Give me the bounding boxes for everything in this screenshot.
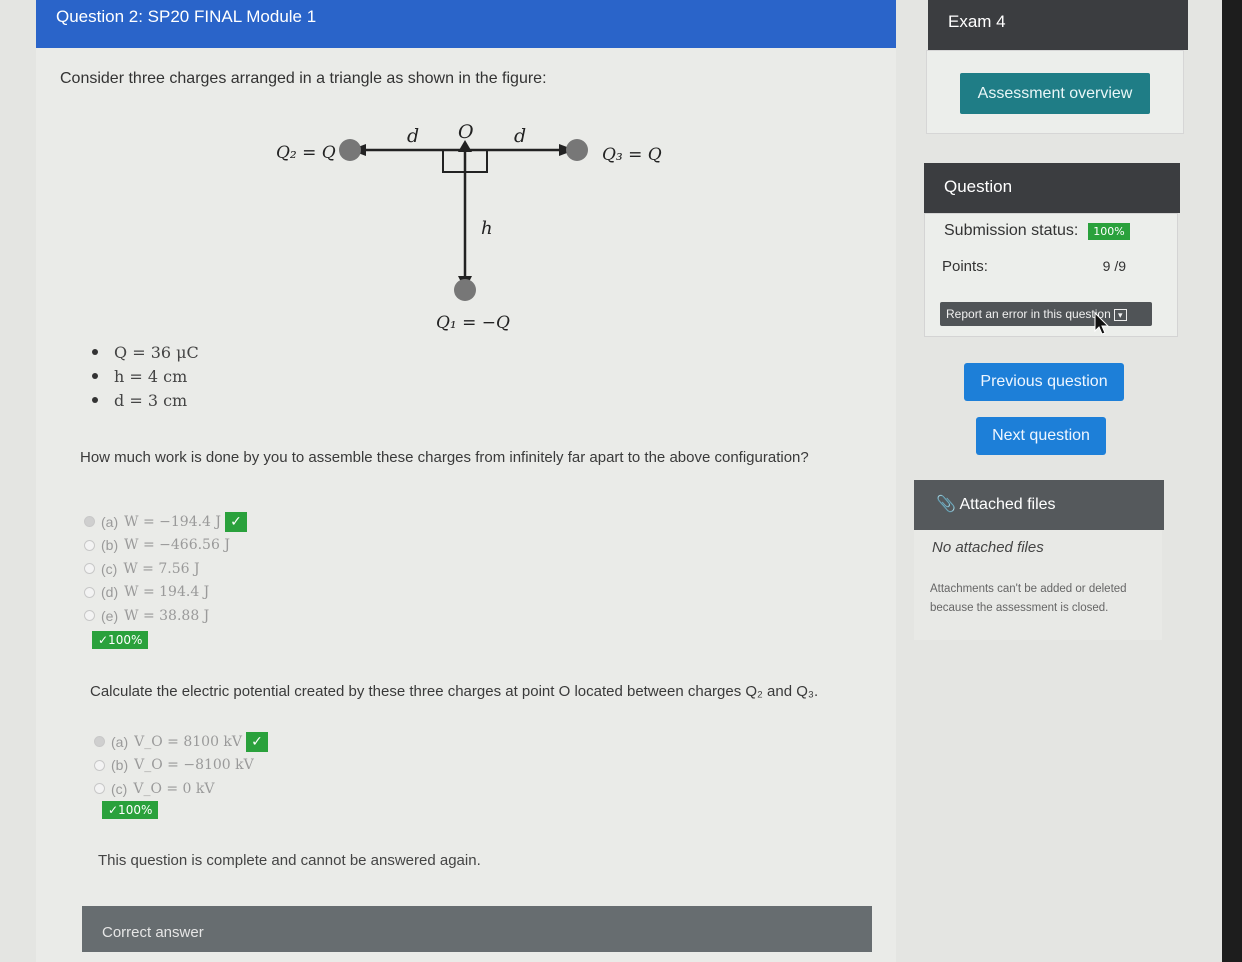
bullet-icon bbox=[92, 349, 98, 355]
files-heading: Attached files bbox=[959, 496, 1056, 513]
report-error-button[interactable]: Report an error in this question ▾ bbox=[940, 302, 1152, 326]
part1-score-badge: ✓100% bbox=[92, 631, 149, 649]
charge-q2 bbox=[339, 139, 361, 161]
radio-button[interactable] bbox=[94, 783, 105, 795]
radio-button[interactable] bbox=[84, 586, 95, 598]
paperclip-icon: 📎 bbox=[936, 496, 956, 513]
label-q3: Q₃ = Q bbox=[602, 145, 662, 165]
report-error-label: Report an error in this question bbox=[946, 307, 1111, 321]
dropdown-icon: ▾ bbox=[1113, 308, 1127, 321]
complete-message: This question is complete and cannot be … bbox=[98, 852, 481, 869]
part1-option-b[interactable]: (b) W = −466.56 J bbox=[84, 534, 247, 558]
correct-answer-label: Correct answer bbox=[102, 924, 204, 941]
part1-options: (a) W = −194.4 J ✓ (b) W = −466.56 J (c) W =… bbox=[84, 510, 248, 628]
screen-bezel bbox=[1222, 0, 1242, 962]
part1-option-a[interactable]: (a) W = −194.4 J ✓ bbox=[84, 510, 248, 534]
points-label: Points: bbox=[942, 258, 988, 275]
attachments-note: Attachments can't be added or deleted be… bbox=[930, 583, 1127, 614]
exam-title-header: Exam 4 bbox=[928, 0, 1188, 50]
part2-option-a[interactable]: (a) V_O = 8100 kV ✓ bbox=[94, 730, 269, 754]
charge-q1 bbox=[454, 279, 476, 301]
given-item: d = 3 cm bbox=[92, 388, 199, 412]
bullet-icon bbox=[92, 373, 98, 379]
label-h: h bbox=[481, 218, 493, 239]
given-item: h = 4 cm bbox=[92, 364, 199, 388]
no-files-text: No attached files bbox=[932, 539, 1044, 556]
radio-button[interactable] bbox=[94, 736, 105, 748]
part2-option-b[interactable]: (b) V_O = −8100 kV bbox=[94, 754, 268, 778]
attached-files-header: 📎 Attached files bbox=[914, 480, 1164, 530]
part1-option-d[interactable]: (d) W = 194.4 J bbox=[84, 581, 247, 605]
label-d-left: d bbox=[407, 125, 419, 147]
radio-button[interactable] bbox=[84, 516, 95, 528]
assessment-overview-button[interactable]: Assessment overview bbox=[960, 73, 1150, 114]
radio-button[interactable] bbox=[84, 610, 95, 622]
next-question-button[interactable]: Next question bbox=[976, 417, 1106, 455]
part2-option-c[interactable]: (c) V_O = 0 kV bbox=[94, 777, 268, 801]
points-row: Points: 9 /9 bbox=[942, 258, 1126, 275]
radio-button[interactable] bbox=[94, 759, 105, 771]
check-icon: ✓ bbox=[225, 511, 248, 532]
label-q2: Q₂ = Q bbox=[276, 143, 336, 163]
submission-status-label: Submission status: bbox=[944, 222, 1079, 239]
label-d-right: d bbox=[514, 125, 526, 147]
part1-prompt: How much work is done by you to assemble… bbox=[80, 449, 809, 466]
part2-score-badge: ✓100% bbox=[102, 801, 159, 819]
mouse-cursor-icon bbox=[1094, 312, 1110, 335]
label-o: O bbox=[458, 121, 474, 143]
part1-option-e[interactable]: (e) W = 38.88 J bbox=[84, 604, 247, 628]
question-title: Question 2: SP20 FINAL Module 1 bbox=[56, 7, 317, 26]
correct-answer-toggle[interactable]: Correct answer bbox=[82, 906, 872, 952]
part2-options: (a) V_O = 8100 kV ✓ (b) V_O = −8100 kV (c) V… bbox=[94, 730, 269, 801]
question-header: Question 2: SP20 FINAL Module 1 bbox=[36, 0, 896, 48]
charge-triangle-figure: Q₂ = Q Q₃ = Q Q₁ = −Q d d O h bbox=[276, 121, 662, 333]
question-intro: Consider three charges arranged in a tri… bbox=[60, 70, 547, 87]
bullet-icon bbox=[92, 397, 98, 403]
previous-question-button[interactable]: Previous question bbox=[964, 363, 1124, 401]
check-icon: ✓ bbox=[246, 731, 269, 752]
question-heading: Question bbox=[944, 177, 1013, 196]
givens-list: Q = 36 μC h = 4 cm d = 3 cm bbox=[92, 340, 199, 412]
given-item: Q = 36 μC bbox=[92, 340, 199, 364]
label-q1: Q₁ = −Q bbox=[436, 313, 510, 333]
points-value: 9 /9 bbox=[1102, 258, 1126, 274]
status-badge: 100% bbox=[1088, 222, 1130, 240]
radio-button[interactable] bbox=[84, 563, 95, 575]
submission-status: Submission status: 100% bbox=[944, 222, 1130, 240]
question-info-header: Question bbox=[924, 163, 1180, 213]
radio-button[interactable] bbox=[84, 539, 95, 551]
part2-prompt: Calculate the electric potential created… bbox=[90, 683, 819, 700]
part1-option-c[interactable]: (c) W = 7.56 J bbox=[84, 557, 247, 581]
charge-q3 bbox=[566, 139, 588, 161]
exam-title: Exam 4 bbox=[948, 12, 1006, 31]
